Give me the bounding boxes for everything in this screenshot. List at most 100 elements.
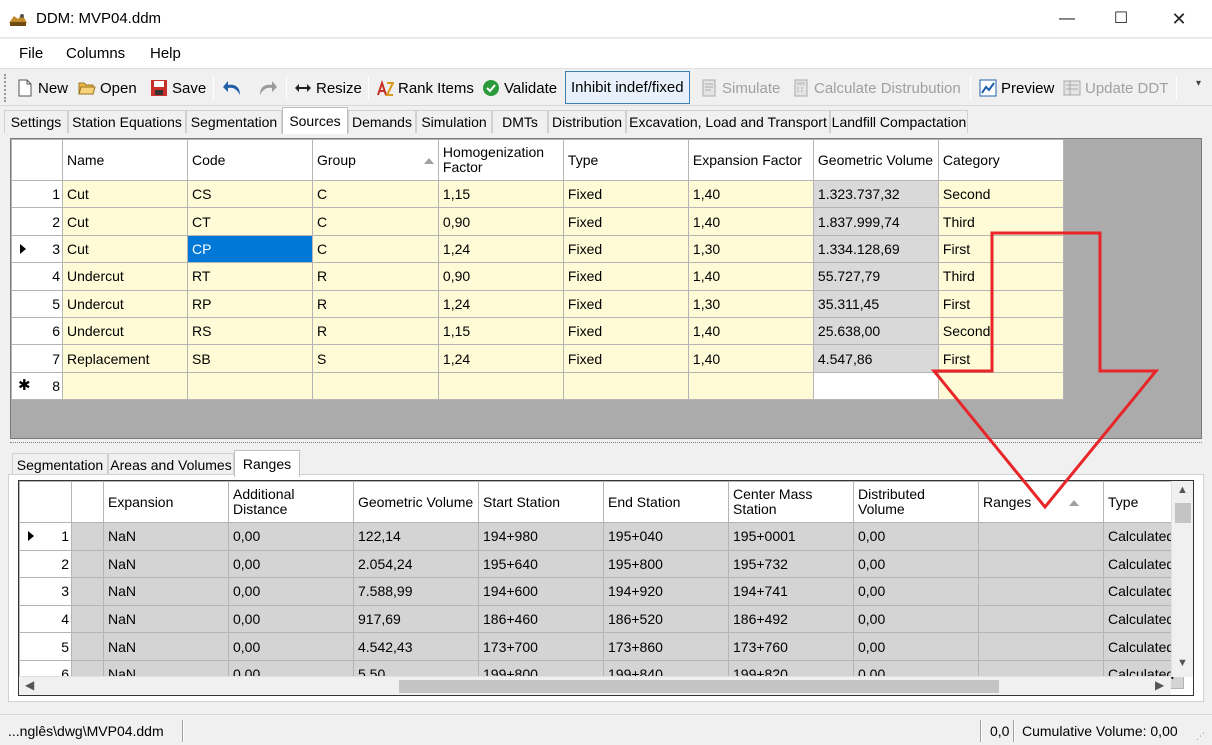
cell-type[interactable]: Fixed: [562, 262, 689, 291]
resize-grip-icon[interactable]: ⋰: [1196, 731, 1205, 742]
tab-sources[interactable]: Sources: [282, 107, 348, 134]
table-new-row[interactable]: ✱ 8: [11, 371, 1064, 401]
cell-additional-distance[interactable]: 0,00: [228, 577, 354, 606]
cell-center-mass-station[interactable]: 195+732: [728, 549, 854, 579]
resize-button[interactable]: Resize: [294, 74, 362, 102]
tab-demands[interactable]: Demands: [348, 110, 416, 133]
inhibit-toggle-button[interactable]: Inhibit indef/fixed: [565, 71, 690, 104]
cell-ranges[interactable]: [978, 577, 1104, 606]
table-row[interactable]: 5 Undercut RP R 1,24 Fixed 1,30 35.311,4…: [11, 289, 1064, 318]
cell-geometric-volume[interactable]: 2.054,24: [353, 549, 479, 579]
cell-type[interactable]: [562, 371, 689, 401]
tab-station-equations[interactable]: Station Equations: [68, 110, 186, 133]
cell-group[interactable]: [312, 371, 439, 401]
cell-blank[interactable]: [71, 577, 104, 606]
cell-code[interactable]: RP: [187, 289, 313, 318]
undo-icon[interactable]: [222, 78, 244, 98]
cell-ranges[interactable]: [978, 632, 1104, 661]
minimize-button[interactable]: —: [1044, 0, 1090, 38]
cell-homogenization-factor[interactable]: 1,24: [437, 234, 564, 264]
simulate-button[interactable]: Simulate: [700, 74, 780, 102]
row-header[interactable]: 5: [19, 632, 72, 661]
cell-category[interactable]: First: [937, 289, 1064, 318]
column-header-geometric-volume[interactable]: Geometric Volume: [353, 481, 479, 523]
column-header-distributed-volume[interactable]: Distributed Volume: [853, 481, 979, 523]
cell-end-station[interactable]: 186+520: [603, 604, 729, 634]
row-header[interactable]: 2: [11, 207, 63, 236]
cell-name[interactable]: Undercut: [62, 262, 188, 291]
redo-icon[interactable]: [256, 78, 278, 98]
cell-type[interactable]: Fixed: [562, 234, 689, 264]
cell-group[interactable]: C: [312, 234, 439, 264]
cell-expansion[interactable]: NaN: [103, 577, 229, 606]
cell-group[interactable]: R: [312, 289, 439, 318]
cell-group[interactable]: C: [312, 207, 439, 236]
cell-expansion-factor[interactable]: 1,40: [687, 316, 814, 346]
column-header-group[interactable]: Group: [312, 139, 439, 181]
table-row-current[interactable]: 3 Cut CP C 1,24 Fixed 1,30 1.334.128,69 …: [11, 234, 1064, 264]
cell-additional-distance[interactable]: 0,00: [228, 549, 354, 579]
cell-end-station[interactable]: 195+800: [603, 549, 729, 579]
cell-expansion[interactable]: NaN: [103, 522, 229, 551]
cell-expansion-factor[interactable]: 1,30: [687, 289, 814, 318]
cell-homogenization-factor[interactable]: 0,90: [437, 207, 564, 236]
tab-areas-and-volumes[interactable]: Areas and Volumes: [108, 453, 234, 476]
table-row[interactable]: 2 Cut CT C 0,90 Fixed 1,40 1.837.999,74 …: [11, 207, 1064, 236]
cell-geometric-volume[interactable]: 4.542,43: [353, 632, 479, 661]
cell-code[interactable]: CS: [187, 179, 313, 209]
table-row[interactable]: 2 NaN 0,00 2.054,24 195+640 195+800 195+…: [19, 549, 1184, 579]
cell-type[interactable]: Fixed: [562, 344, 689, 373]
cell-type[interactable]: Fixed: [562, 179, 689, 209]
cell-homogenization-factor[interactable]: 1,24: [437, 344, 564, 373]
row-header[interactable]: 1: [11, 179, 63, 209]
horizontal-scroll-thumb[interactable]: [399, 680, 999, 693]
row-header[interactable]: 6: [11, 316, 63, 346]
cell-distributed-volume[interactable]: 0,00: [853, 577, 979, 606]
menu-columns[interactable]: Columns: [66, 45, 125, 62]
preview-button[interactable]: Preview: [979, 74, 1054, 102]
cell-ranges[interactable]: [978, 522, 1104, 551]
tab-lower-segmentation[interactable]: Segmentation: [12, 453, 108, 476]
scroll-right-icon[interactable]: ▶: [1155, 678, 1164, 692]
tab-settings[interactable]: Settings: [4, 110, 68, 133]
save-button[interactable]: Save: [150, 74, 206, 102]
cell-code[interactable]: RT: [187, 262, 313, 291]
cell-start-station[interactable]: 195+640: [478, 549, 604, 579]
cell-geometric-volume[interactable]: 55.727,79: [812, 262, 939, 291]
cell-category[interactable]: Second: [937, 316, 1064, 346]
cell-name[interactable]: Cut: [62, 234, 188, 264]
cell-group[interactable]: R: [312, 262, 439, 291]
cell-blank[interactable]: [71, 632, 104, 661]
cell-name[interactable]: Undercut: [62, 289, 188, 318]
cell-ranges[interactable]: [978, 604, 1104, 634]
cell-center-mass-station[interactable]: 186+492: [728, 604, 854, 634]
row-header[interactable]: 3: [19, 577, 72, 606]
cell-ranges[interactable]: [978, 549, 1104, 579]
table-row[interactable]: 3 NaN 0,00 7.588,99 194+600 194+920 194+…: [19, 577, 1184, 606]
table-row[interactable]: 6 Undercut RS R 1,15 Fixed 1,40 25.638,0…: [11, 316, 1064, 346]
cell-expansion-factor[interactable]: [687, 371, 814, 401]
cell-homogenization-factor[interactable]: [437, 371, 564, 401]
table-row-current[interactable]: 1 NaN 0,00 122,14 194+980 195+040 195+00…: [19, 522, 1184, 551]
maximize-button[interactable]: ☐: [1098, 0, 1144, 38]
row-header[interactable]: ✱ 8: [11, 371, 63, 401]
cell-expansion[interactable]: NaN: [103, 604, 229, 634]
toolbar-grip[interactable]: [4, 74, 7, 102]
cell-geometric-volume[interactable]: 122,14: [353, 522, 479, 551]
cell-expansion[interactable]: NaN: [103, 632, 229, 661]
cell-code-selected[interactable]: CP: [187, 234, 313, 264]
cell-geometric-volume[interactable]: 35.311,45: [812, 289, 939, 318]
cell-blank[interactable]: [71, 522, 104, 551]
cell-expansion-factor[interactable]: 1,40: [687, 179, 814, 209]
cell-geometric-volume[interactable]: 1.837.999,74: [812, 207, 939, 236]
cell-homogenization-factor[interactable]: 1,15: [437, 179, 564, 209]
cell-start-station[interactable]: 173+700: [478, 632, 604, 661]
cell-category[interactable]: Third: [937, 207, 1064, 236]
column-header-homogenization-factor[interactable]: Homogenization Factor: [437, 139, 564, 181]
row-header[interactable]: 7: [11, 344, 63, 373]
row-header[interactable]: 2: [19, 549, 72, 579]
panel-splitter[interactable]: [10, 442, 1202, 445]
column-header-expansion[interactable]: Expansion: [103, 481, 229, 523]
cell-end-station[interactable]: 195+040: [603, 522, 729, 551]
open-button[interactable]: Open: [78, 74, 137, 102]
